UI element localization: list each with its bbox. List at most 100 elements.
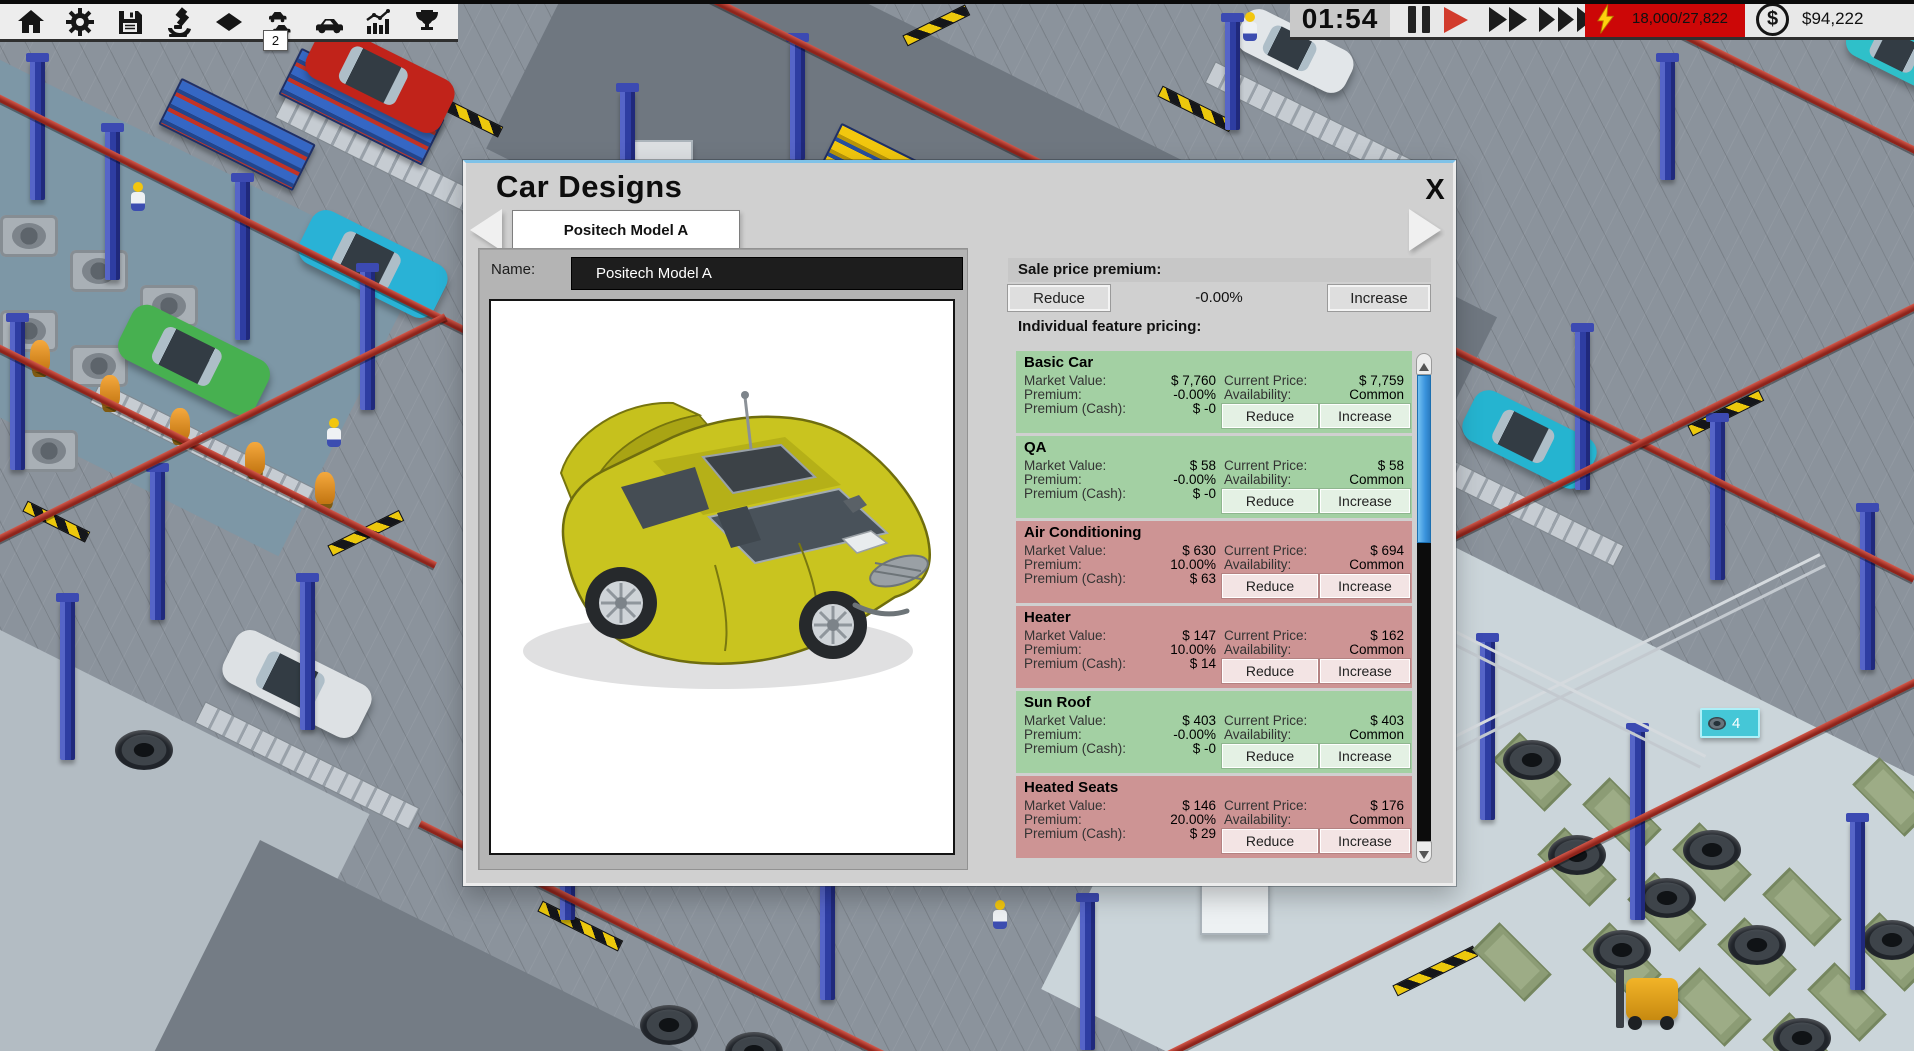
chevron-up-icon [1419, 363, 1429, 371]
availability-value: Common [1304, 812, 1404, 827]
availability-value: Common [1304, 387, 1404, 402]
tab-positech-model-a[interactable]: Positech Model A [512, 210, 740, 250]
research-button[interactable] [159, 5, 199, 39]
game-viewport: 4 2 01:54 18,000/27,822 $ $94,222 Car De… [0, 0, 1914, 1051]
car-designs-dialog: Car Designs X Positech Model A Name: [463, 160, 1456, 886]
floppy-disk-icon [115, 7, 145, 37]
vehicles-button[interactable] [308, 5, 348, 39]
gantry-pillar [1850, 820, 1865, 990]
sale-premium-header: Sale price premium: [1008, 258, 1431, 282]
feature-increase-button[interactable]: Increase [1320, 404, 1410, 428]
premium-label: Premium: [1024, 557, 1082, 572]
feature-increase-button[interactable]: Increase [1320, 659, 1410, 683]
feature-list: Basic Car Market Value:$ 7,760 Premium:-… [1016, 351, 1412, 861]
tire-stack [1728, 925, 1786, 965]
premium-value: -0.00% [1126, 727, 1216, 742]
scrollbar-thumb[interactable] [1417, 375, 1431, 543]
premium-label: Premium: [1024, 727, 1082, 742]
scroll-down-button[interactable] [1416, 841, 1432, 863]
gantry-pillar [235, 180, 250, 340]
current-price-label: Current Price: [1224, 373, 1307, 388]
power-value: 18,000/27,822 [1615, 10, 1745, 27]
pause-button[interactable] [1402, 6, 1436, 33]
gantry-pillar [360, 270, 375, 410]
feature-reduce-button[interactable]: Reduce [1222, 574, 1318, 598]
feature-reduce-button[interactable]: Reduce [1222, 659, 1318, 683]
market-value-label: Market Value: [1024, 543, 1106, 558]
name-input[interactable] [571, 257, 963, 290]
market-value-label: Market Value: [1024, 458, 1106, 473]
tire-stack [115, 730, 173, 770]
market-value: $ 403 [1126, 713, 1216, 728]
main-toolbar [0, 4, 458, 42]
achievements-button[interactable] [407, 5, 447, 39]
previous-design-arrow[interactable] [470, 209, 502, 251]
current-price-label: Current Price: [1224, 543, 1307, 558]
feature-increase-button[interactable]: Increase [1320, 489, 1410, 513]
fast-forward-icon [1487, 6, 1531, 33]
close-button[interactable]: X [1414, 171, 1456, 209]
availability-value: Common [1304, 472, 1404, 487]
toolbar-badge: 2 [263, 30, 288, 51]
worker [130, 182, 146, 212]
feature-reduce-button[interactable]: Reduce [1222, 829, 1318, 853]
feature-card-heater: Heater Market Value:$ 147 Premium:10.00%… [1016, 606, 1412, 688]
feature-reduce-button[interactable]: Reduce [1222, 489, 1318, 513]
feature-name: Sun Roof [1024, 694, 1091, 711]
play-button[interactable] [1444, 6, 1476, 33]
current-price-label: Current Price: [1224, 798, 1307, 813]
premium-cash-label: Premium (Cash): [1024, 571, 1126, 586]
feature-scrollbar[interactable] [1416, 353, 1432, 863]
fast-forward-button[interactable] [1486, 6, 1532, 34]
market-value-label: Market Value: [1024, 798, 1106, 813]
availability-label: Availability: [1224, 642, 1291, 657]
pause-icon [1408, 6, 1416, 33]
premium-cash-value: $ 63 [1126, 571, 1216, 586]
feature-name: QA [1024, 439, 1047, 456]
premium-value: 10.00% [1126, 642, 1216, 657]
tire-stack [1863, 920, 1914, 960]
feature-reduce-button[interactable]: Reduce [1222, 404, 1318, 428]
save-button[interactable] [110, 5, 150, 39]
worker [1242, 12, 1258, 42]
tire-stack [725, 1032, 783, 1051]
premium-cash-value: $ -0 [1126, 486, 1216, 501]
feature-name: Basic Car [1024, 354, 1093, 371]
chevron-down-icon [1419, 851, 1429, 859]
sale-premium-increase-button[interactable]: Increase [1328, 285, 1430, 311]
tire-count-chip: 4 [1700, 708, 1760, 738]
premium-cash-value: $ 29 [1126, 826, 1216, 841]
tire-stack [640, 1005, 698, 1045]
feature-reduce-button[interactable]: Reduce [1222, 744, 1318, 768]
home-button[interactable] [11, 5, 51, 39]
money-value: $94,222 [1802, 0, 1863, 37]
screen-top-border [0, 0, 1914, 4]
scroll-up-button[interactable] [1416, 353, 1432, 375]
feature-card-heated-seats: Heated Seats Market Value:$ 146 Premium:… [1016, 776, 1412, 858]
sale-premium-reduce-button[interactable]: Reduce [1008, 285, 1110, 311]
power-indicator: 18,000/27,822 [1585, 0, 1745, 37]
forklift [1612, 968, 1686, 1030]
tire-icon [1708, 717, 1726, 730]
premium-cash-value: $ -0 [1126, 741, 1216, 756]
availability-label: Availability: [1224, 727, 1291, 742]
gantry-pillar [1710, 420, 1725, 580]
next-design-arrow[interactable] [1409, 209, 1441, 251]
availability-value: Common [1304, 642, 1404, 657]
current-price-value: $ 58 [1304, 458, 1404, 473]
premium-value: 10.00% [1126, 557, 1216, 572]
feature-increase-button[interactable]: Increase [1320, 574, 1410, 598]
stats-button[interactable] [358, 5, 398, 39]
premium-label: Premium: [1024, 387, 1082, 402]
settings-button[interactable] [60, 5, 100, 39]
scrollbar-track[interactable] [1417, 375, 1431, 841]
showroom-button[interactable] [209, 5, 249, 39]
availability-label: Availability: [1224, 812, 1291, 827]
feature-increase-button[interactable]: Increase [1320, 744, 1410, 768]
feature-card-sun-roof: Sun Roof Market Value:$ 403 Premium:-0.0… [1016, 691, 1412, 773]
current-price-value: $ 176 [1304, 798, 1404, 813]
market-value-label: Market Value: [1024, 628, 1106, 643]
tire-count: 4 [1732, 715, 1740, 732]
feature-increase-button[interactable]: Increase [1320, 829, 1410, 853]
premium-cash-label: Premium (Cash): [1024, 741, 1126, 756]
